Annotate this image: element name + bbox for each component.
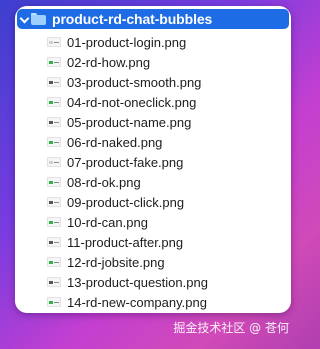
png-thumbnail-icon — [47, 97, 61, 107]
file-name: 07-product-fake.png — [67, 154, 184, 170]
file-name: 13-product-question.png — [67, 274, 208, 290]
file-row[interactable]: 08-rd-ok.png — [15, 172, 291, 192]
png-thumbnail-icon — [47, 37, 61, 47]
file-row[interactable]: 13-product-question.png — [15, 272, 291, 292]
file-row[interactable]: 06-rd-naked.png — [15, 132, 291, 152]
chevron-down-icon[interactable] — [20, 15, 29, 24]
file-name: 02-rd-how.png — [67, 54, 151, 70]
file-row[interactable]: 11-product-after.png — [15, 232, 291, 252]
png-thumbnail-icon — [47, 277, 61, 287]
watermark: 掘金技术社区 @ 苍何 — [173, 321, 289, 335]
file-name: 06-rd-naked.png — [67, 134, 163, 150]
file-row[interactable]: 03-product-smooth.png — [15, 72, 291, 92]
file-name: 05-product-name.png — [67, 114, 192, 130]
file-row[interactable]: 12-rd-jobsite.png — [15, 252, 291, 272]
file-row[interactable]: 07-product-fake.png — [15, 152, 291, 172]
folder-icon — [31, 13, 46, 25]
file-row[interactable]: 02-rd-how.png — [15, 52, 291, 72]
file-list: 01-product-login.png 02-rd-how.png 03-pr… — [15, 32, 291, 312]
png-thumbnail-icon — [47, 77, 61, 87]
png-thumbnail-icon — [47, 257, 61, 267]
file-name: 03-product-smooth.png — [67, 74, 202, 90]
png-thumbnail-icon — [47, 177, 61, 187]
file-row[interactable]: 01-product-login.png — [15, 32, 291, 52]
file-name: 01-product-login.png — [67, 34, 187, 50]
file-name: 04-rd-not-oneclick.png — [67, 94, 197, 110]
file-name: 14-rd-new-company.png — [67, 294, 207, 310]
png-thumbnail-icon — [47, 197, 61, 207]
file-row[interactable]: 05-product-name.png — [15, 112, 291, 132]
file-name: 08-rd-ok.png — [67, 174, 141, 190]
folder-row[interactable]: product-rd-chat-bubbles — [15, 9, 291, 29]
file-row[interactable]: 04-rd-not-oneclick.png — [15, 92, 291, 112]
file-row[interactable]: 14-rd-new-company.png — [15, 292, 291, 312]
file-row[interactable]: 10-rd-can.png — [15, 212, 291, 232]
png-thumbnail-icon — [47, 117, 61, 127]
png-thumbnail-icon — [47, 237, 61, 247]
png-thumbnail-icon — [47, 157, 61, 167]
file-name: 11-product-after.png — [67, 234, 184, 250]
finder-list-window: product-rd-chat-bubbles 01-product-login… — [15, 6, 291, 313]
file-name: 12-rd-jobsite.png — [67, 254, 165, 270]
folder-name: product-rd-chat-bubbles — [52, 11, 213, 27]
file-name: 10-rd-can.png — [67, 214, 148, 230]
png-thumbnail-icon — [47, 57, 61, 67]
file-name: 09-product-click.png — [67, 194, 185, 210]
png-thumbnail-icon — [47, 217, 61, 227]
file-row[interactable]: 09-product-click.png — [15, 192, 291, 212]
png-thumbnail-icon — [47, 297, 61, 307]
png-thumbnail-icon — [47, 137, 61, 147]
